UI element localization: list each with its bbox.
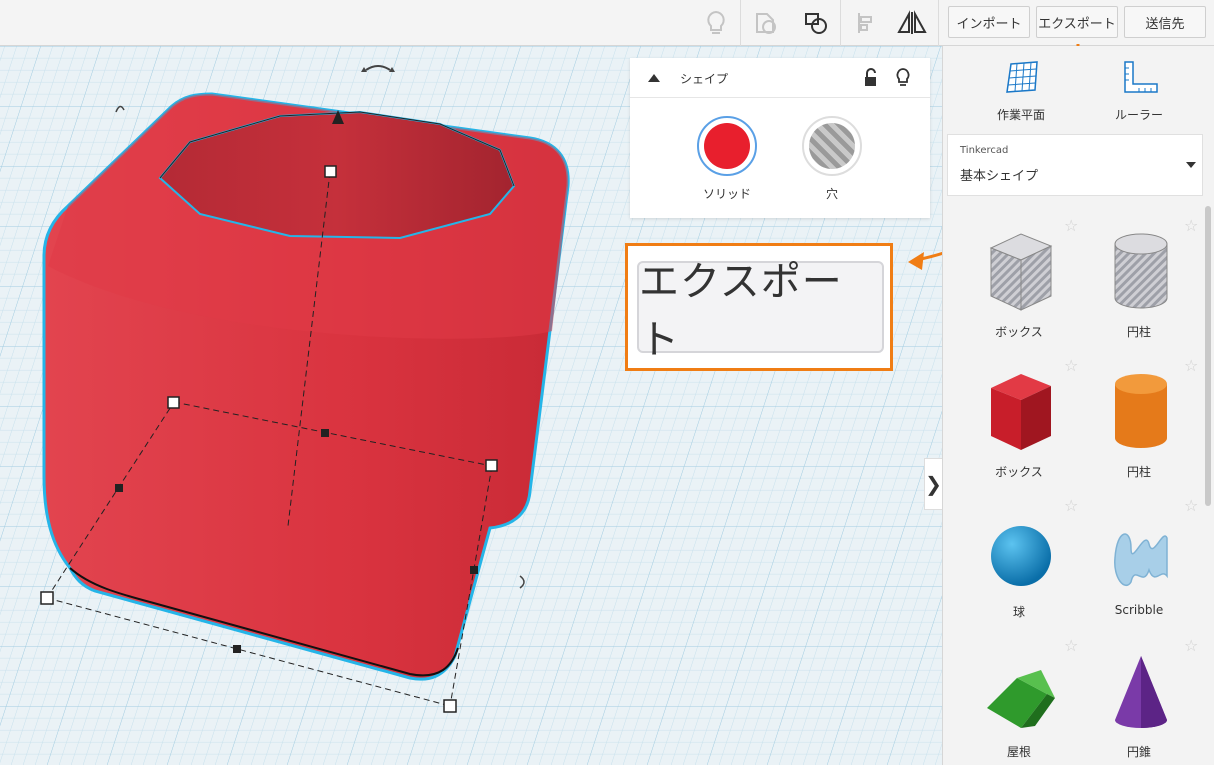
collapse-triangle-icon[interactable] <box>642 66 666 90</box>
shape-outline-icon[interactable] <box>742 0 790 46</box>
shape-library-dropdown[interactable]: Tinkercad 基本シェイプ <box>947 134 1203 196</box>
shape-inspector: シェイプ ソリッド 穴 <box>630 58 930 218</box>
unlock-icon[interactable] <box>860 66 882 90</box>
shape-scribble[interactable]: ☆ Scribble <box>1079 490 1199 630</box>
hole-material-option[interactable] <box>802 116 862 176</box>
star-icon[interactable]: ☆ <box>1064 356 1078 375</box>
solid-material-option[interactable] <box>697 116 757 176</box>
star-icon[interactable]: ☆ <box>1184 356 1198 375</box>
shape-roof[interactable]: ☆ 屋根 <box>959 630 1079 765</box>
shape-label: 球 <box>1012 605 1025 619</box>
shape-box[interactable]: ☆ ボックス <box>959 350 1079 490</box>
shape-label: 円錐 <box>1126 745 1151 759</box>
send-to-button[interactable]: 送信先 <box>1124 6 1206 38</box>
star-icon[interactable]: ☆ <box>1064 496 1078 515</box>
align-icon[interactable] <box>842 0 890 46</box>
shape-grid: ☆ ボックス ☆ 円柱 ☆ ボックス ☆ 円柱 ☆ 球 ☆ Scribble ☆… <box>943 206 1205 765</box>
shape-cylinder-hole[interactable]: ☆ 円柱 <box>1079 210 1199 350</box>
export-callout: エクスポート <box>625 243 893 371</box>
workplane-icon <box>1006 61 1038 93</box>
shape-box-hole[interactable]: ☆ ボックス <box>959 210 1079 350</box>
ruler-label: ルーラー <box>1114 108 1163 122</box>
shape-sphere[interactable]: ☆ 球 <box>959 490 1079 630</box>
star-icon[interactable]: ☆ <box>1184 496 1198 515</box>
shape-solid-icon[interactable] <box>792 0 840 46</box>
shape-cone[interactable]: ☆ 円錐 <box>1079 630 1199 765</box>
solid-label: ソリッド <box>702 187 751 201</box>
library-source: Tinkercad <box>960 145 1009 156</box>
shape-label: 円柱 <box>1126 325 1151 339</box>
export-button-zoomed[interactable]: エクスポート <box>637 259 884 363</box>
panel-toggle-chevron-icon[interactable]: ❯ <box>924 458 942 510</box>
workplane-tool[interactable]: 作業平面 <box>971 56 1071 126</box>
shape-grid-scrollbar[interactable] <box>1205 206 1211 506</box>
right-panel: 作業平面 ルーラー Tinkercad 基本シェイプ ☆ ボックス ☆ 円柱 ☆… <box>942 46 1214 765</box>
inspector-header: シェイプ <box>630 58 930 98</box>
hole-label: 穴 <box>825 187 838 201</box>
lightbulb-icon[interactable] <box>692 0 740 46</box>
workplane-label: 作業平面 <box>996 108 1045 122</box>
star-icon[interactable]: ☆ <box>1064 636 1078 655</box>
ruler-tool[interactable]: ルーラー <box>1089 56 1189 126</box>
shape-label: ボックス <box>995 325 1043 339</box>
shape-label: ボックス <box>995 465 1043 479</box>
export-button[interactable]: エクスポート <box>1036 6 1118 38</box>
library-name: 基本シェイプ <box>960 169 1039 184</box>
import-button[interactable]: インポート <box>948 6 1030 38</box>
star-icon[interactable]: ☆ <box>1184 636 1198 655</box>
inspector-title: シェイプ <box>680 72 729 86</box>
ruler-icon <box>1124 61 1158 93</box>
shape-label: 屋根 <box>1006 745 1031 759</box>
shape-cylinder[interactable]: ☆ 円柱 <box>1079 350 1199 490</box>
shape-label: 円柱 <box>1126 465 1151 479</box>
star-icon[interactable]: ☆ <box>1064 216 1078 235</box>
dropdown-caret-icon <box>1186 162 1196 168</box>
shape-label: Scribble <box>1114 603 1164 617</box>
star-icon[interactable]: ☆ <box>1184 216 1198 235</box>
